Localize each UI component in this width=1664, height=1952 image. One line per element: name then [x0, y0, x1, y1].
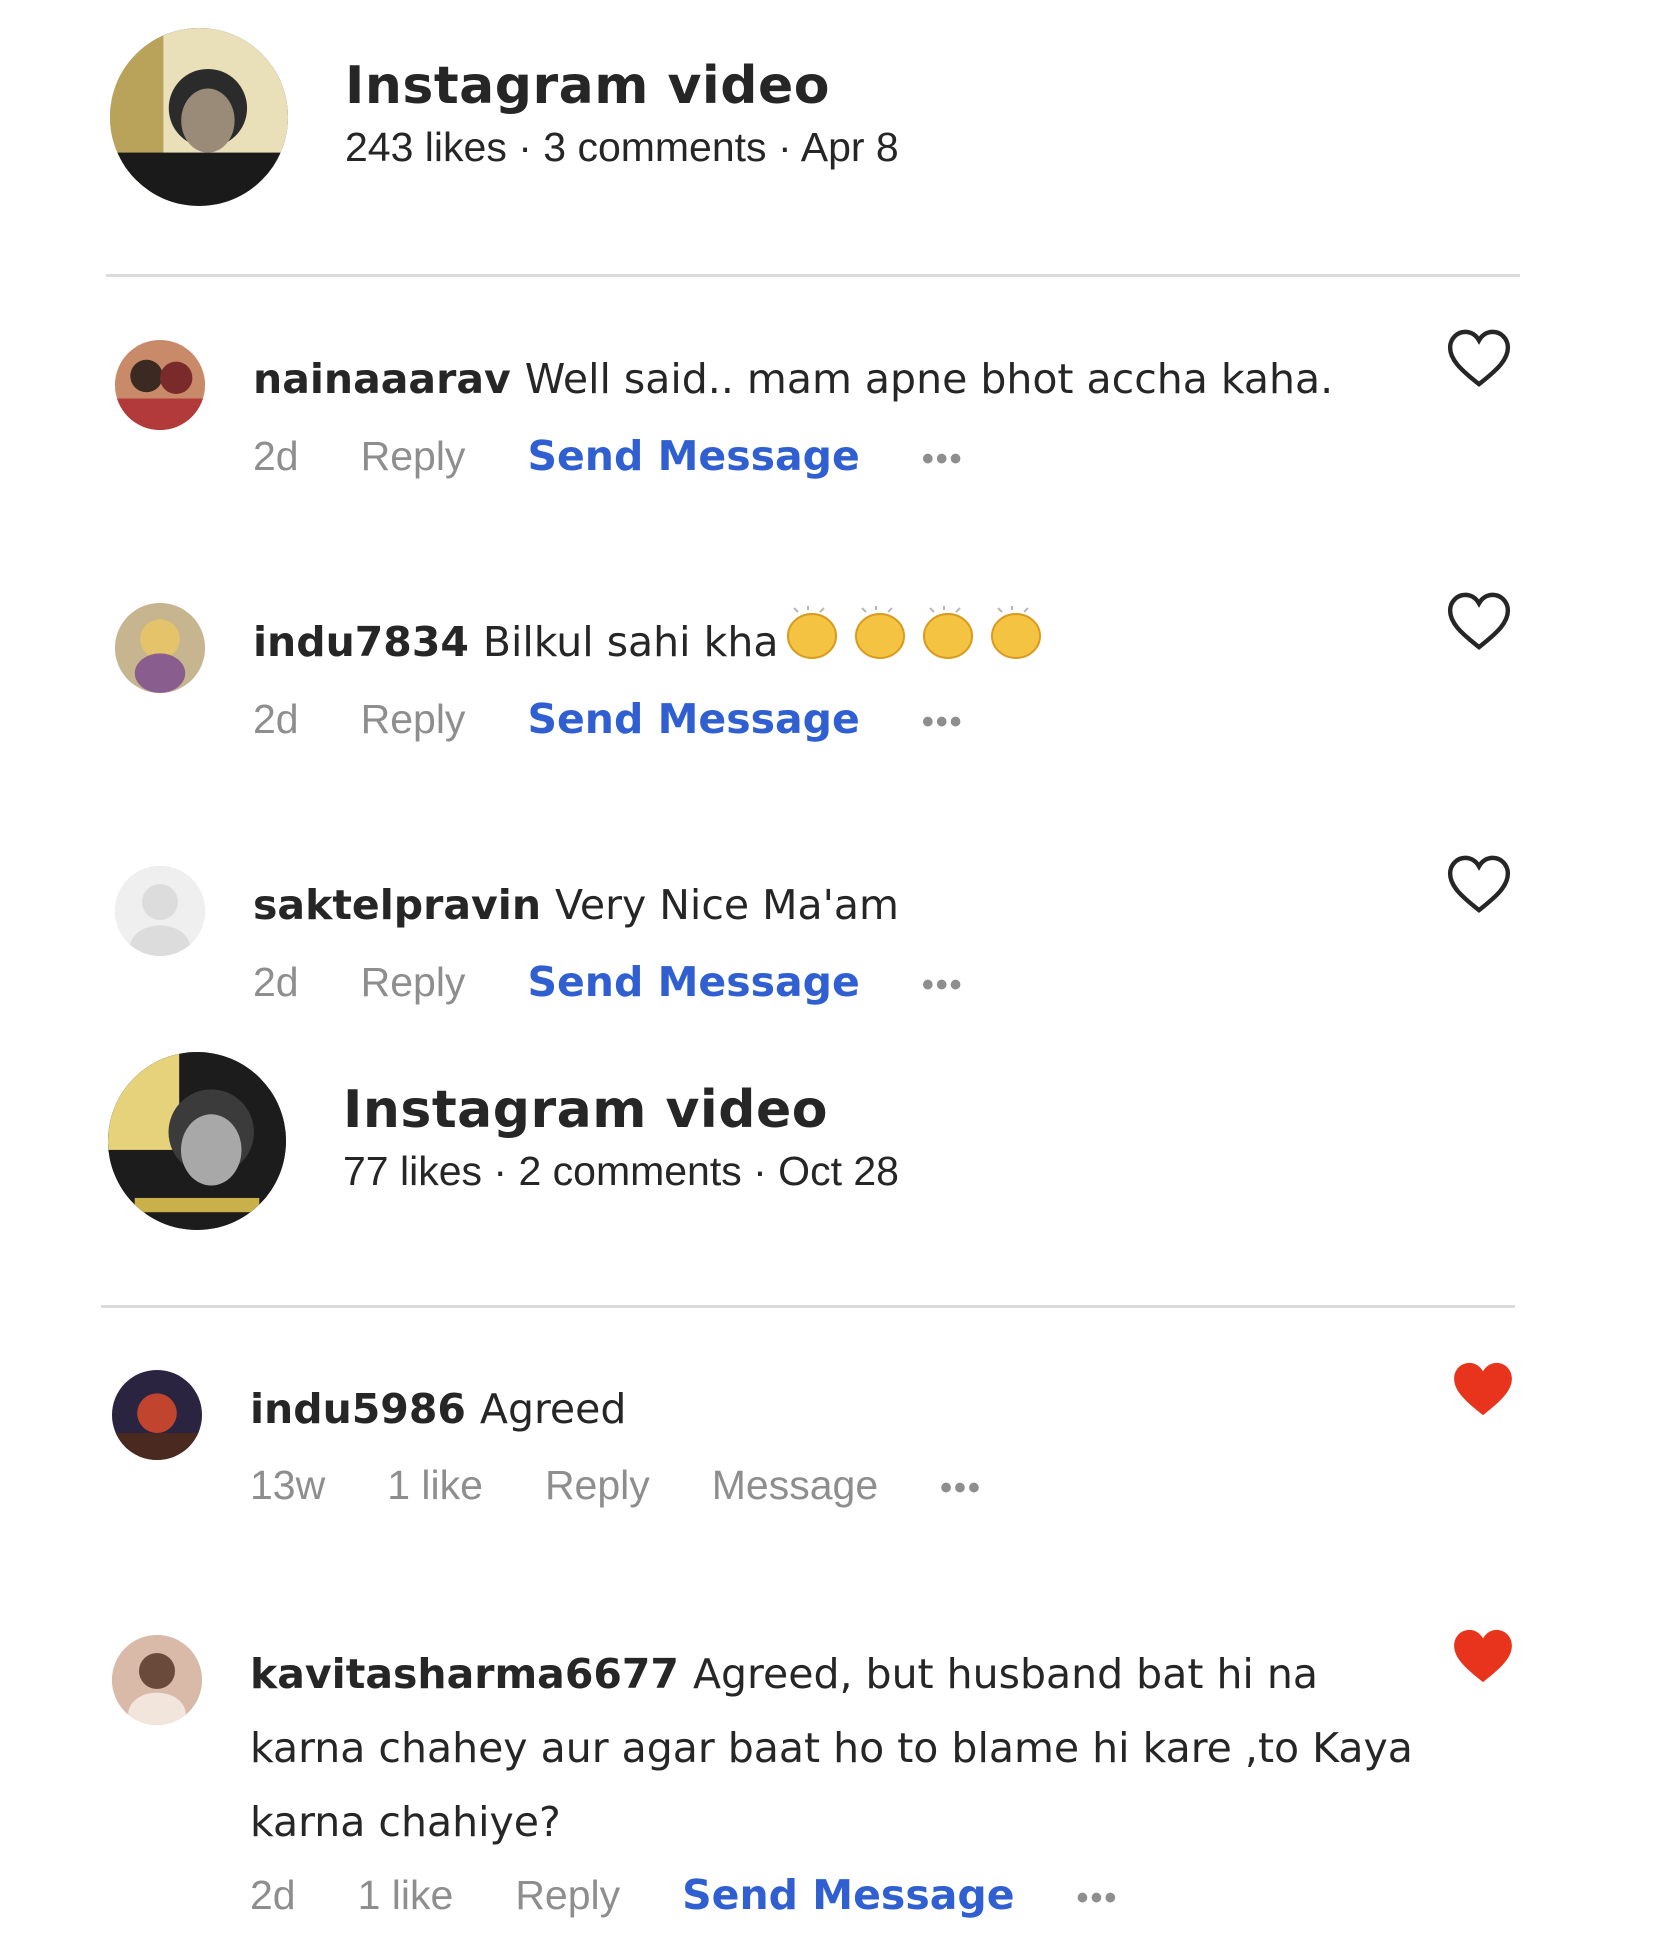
comment-item: indu5986 Agreed 13w 1 like Reply Message … [112, 1370, 1532, 1530]
comment-actions: 2d Reply Send Message ••• [253, 958, 1026, 1006]
comment-username[interactable]: indu5986 [250, 1385, 466, 1433]
post-meta: 77 likes · 2 comments · Oct 28 [343, 1148, 899, 1194]
liked-heart-icon[interactable] [1450, 1358, 1516, 1420]
reply-button[interactable]: Reply [361, 696, 466, 743]
clapping-hands-icon [780, 606, 1052, 685]
post-title[interactable]: Instagram video [343, 1080, 828, 1140]
comment-body: Very Nice Ma'am [555, 881, 899, 929]
avatar[interactable] [115, 340, 205, 430]
comment-username[interactable]: nainaaarav [253, 355, 511, 403]
like-heart-icon[interactable] [1446, 327, 1512, 389]
comment-actions: 2d Reply Send Message ••• [253, 695, 1026, 743]
comment-item: kavitasharma6677 Agreed, but husband bat … [112, 1635, 1532, 1935]
more-options-icon[interactable]: ••• [922, 966, 964, 1005]
comment-body: Agreed [479, 1385, 627, 1433]
reply-button[interactable]: Reply [515, 1872, 620, 1919]
comment-text: indu5986 Agreed [250, 1372, 1420, 1446]
comment-actions: 2d Reply Send Message ••• [253, 432, 1026, 480]
divider [106, 274, 1520, 277]
comment-like-count[interactable]: 1 like [358, 1872, 454, 1919]
send-message-button[interactable]: Send Message [527, 432, 859, 480]
like-heart-icon[interactable] [1446, 853, 1512, 915]
message-button[interactable]: Message [712, 1462, 878, 1509]
comment-username[interactable]: saktelpravin [253, 881, 541, 929]
comment-username[interactable]: kavitasharma6677 [250, 1650, 679, 1698]
like-heart-icon[interactable] [1446, 590, 1512, 652]
more-options-icon[interactable]: ••• [922, 440, 964, 479]
send-message-button[interactable]: Send Message [682, 1871, 1014, 1919]
comment-username[interactable]: indu7834 [253, 618, 469, 666]
reply-button[interactable]: Reply [361, 433, 466, 480]
post-thumbnail[interactable] [108, 1052, 286, 1230]
more-options-icon[interactable]: ••• [940, 1469, 982, 1508]
post-meta: 243 likes · 3 comments · Apr 8 [345, 124, 899, 170]
comment-text: nainaaarav Well said.. mam apne bhot acch… [253, 342, 1423, 416]
reply-button[interactable]: Reply [545, 1462, 650, 1509]
liked-heart-icon[interactable] [1450, 1625, 1516, 1687]
comment-item: nainaaarav Well said.. mam apne bhot acch… [115, 340, 1535, 500]
avatar[interactable] [115, 866, 205, 956]
send-message-button[interactable]: Send Message [527, 695, 859, 743]
comment-text: kavitasharma6677 Agreed, but husband bat … [250, 1637, 1420, 1859]
comment-item: indu7834Bilkul sahi kha 2d Reply Send M [115, 603, 1535, 763]
comment-actions: 2d 1 like Reply Send Message ••• [250, 1871, 1180, 1919]
comment-text: indu7834 Bilkul sahi kha [253, 605, 1423, 685]
post-thumbnail[interactable] [110, 28, 288, 206]
comment-body: Well said.. mam apne bhot accha kaha. [524, 355, 1334, 403]
send-message-button[interactable]: Send Message [527, 958, 859, 1006]
avatar[interactable] [115, 603, 205, 693]
comment-time: 2d [253, 959, 299, 1005]
divider [101, 1305, 1515, 1308]
post-header[interactable]: Instagram video 77 likes · 2 comments · … [108, 1052, 1528, 1242]
comment-time: 13w [250, 1462, 326, 1508]
avatar[interactable] [112, 1370, 202, 1460]
comment-text: saktelpravin Very Nice Ma'am [253, 868, 1423, 942]
comment-time: 2d [253, 433, 299, 479]
post-header[interactable]: Instagram video 243 likes · 3 comments ·… [110, 28, 1530, 218]
avatar[interactable] [112, 1635, 202, 1725]
comment-time: 2d [253, 696, 299, 742]
more-options-icon[interactable]: ••• [922, 703, 964, 742]
comment-like-count[interactable]: 1 like [387, 1462, 483, 1509]
comment-actions: 13w 1 like Reply Message ••• [250, 1462, 1044, 1509]
post-title[interactable]: Instagram video [345, 56, 830, 116]
comment-time: 2d [250, 1872, 296, 1918]
reply-button[interactable]: Reply [361, 959, 466, 1006]
comment-item: saktelpravin Very Nice Ma'am 2d Reply Sen… [115, 866, 1535, 1026]
more-options-icon[interactable]: ••• [1077, 1879, 1119, 1918]
comment-body: Bilkul sahi kha [482, 618, 779, 666]
